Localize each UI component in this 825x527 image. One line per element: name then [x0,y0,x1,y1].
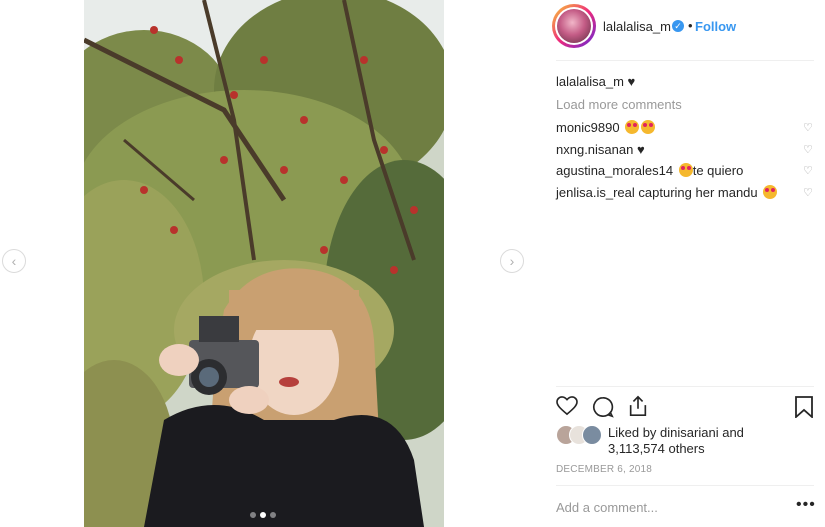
comment-username[interactable]: nxng.nisanan [556,142,633,157]
caption-username[interactable]: lalalalisa_m [556,74,624,89]
comment-item: jenlisa.is_real capturing her mandu [556,185,778,200]
likes-summary: Liked by dinisariani and [608,425,744,440]
heart-eyes-emoji-icon [641,120,656,134]
heart-eyes-emoji-icon [763,185,778,199]
likes-and: and [722,425,744,440]
comment-item: nxng.nisanan ♥ [556,142,645,157]
more-options-icon[interactable]: ••• [796,496,816,514]
avatar[interactable] [552,4,596,48]
comment-text: capturing her mandu [638,185,758,200]
liker-avatars [556,425,604,445]
comment-icon[interactable] [592,396,614,423]
carousel-dot[interactable] [250,512,256,518]
follow-button[interactable]: Follow [695,19,736,34]
verified-badge-icon: ✓ [672,20,684,32]
avatar[interactable] [582,425,602,445]
comment-username[interactable]: monic9890 [556,120,620,135]
heart-eyes-emoji-icon [678,163,693,177]
likes-username[interactable]: dinisariani [660,425,719,440]
caption: lalalalisa_m ♥ [556,74,635,89]
comment-input[interactable]: Add a comment... [556,500,658,515]
carousel-dot[interactable] [270,512,276,518]
avatar-image [557,9,591,43]
share-icon[interactable] [627,395,649,422]
likes-count[interactable]: 3,113,574 others [608,441,705,456]
small-heart-icon[interactable]: ♡ [803,145,813,156]
load-more-comments-button[interactable]: Load more comments [556,97,682,112]
small-heart-icon[interactable]: ♡ [803,188,813,199]
chevron-left-icon[interactable]: ‹ [2,249,26,273]
comment-divider [556,485,814,486]
post-photo[interactable] [84,0,444,527]
carousel-indicator [250,512,276,518]
chevron-right-icon[interactable]: › [500,249,524,273]
heart-eyes-emoji-icon [625,120,640,134]
comment-text: ♥ [636,142,645,157]
post-date[interactable]: DECEMBER 6, 2018 [556,464,652,475]
actions-divider [556,386,814,387]
comment-item: agustina_morales14 te quiero [556,163,743,178]
comment-text: te quiero [692,163,744,178]
small-heart-icon[interactable]: ♡ [803,166,813,177]
bookmark-icon[interactable] [795,396,813,423]
carousel-dot-active[interactable] [260,512,266,518]
separator-dot: • [688,18,693,33]
comment-item: monic9890 [556,120,656,135]
caption-text: ♥ [627,74,636,89]
header-username[interactable]: lalalalisa_m [603,19,671,34]
comment-username[interactable]: agustina_morales14 [556,163,673,178]
comment-username[interactable]: jenlisa.is_real [556,185,635,200]
heart-icon[interactable] [556,396,578,421]
photo-illustration [84,0,444,527]
small-heart-icon[interactable]: ♡ [803,123,813,134]
likes-prefix: Liked by [608,425,657,440]
header-divider [556,60,814,61]
